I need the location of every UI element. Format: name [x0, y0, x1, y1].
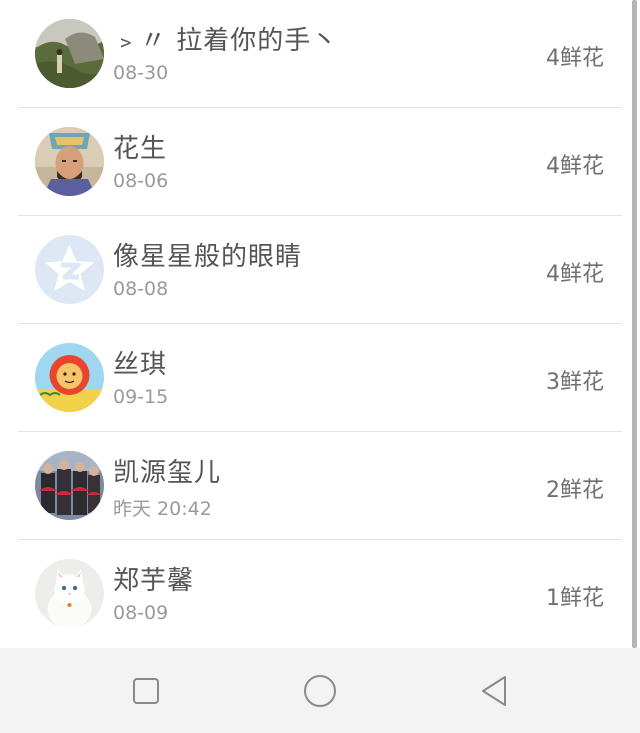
- navigation-bar: [0, 648, 640, 733]
- gift-date: 09-15: [113, 386, 169, 408]
- gift-date: 08-08: [113, 278, 169, 300]
- contact-name: 丝琪: [113, 350, 168, 380]
- contact-name: 像星星般的眼睛: [113, 242, 303, 272]
- list-item[interactable]: 郑芋馨 08-09 1鲜花: [0, 540, 632, 648]
- flower-count: 4鲜花: [546, 262, 604, 287]
- scrollbar[interactable]: [632, 0, 637, 648]
- contact-name: 郑芋馨: [113, 566, 195, 596]
- flower-count: 2鲜花: [546, 478, 604, 503]
- flower-count: 3鲜花: [546, 370, 604, 395]
- list-item[interactable]: ﹥〃 拉着你的手丶 08-30 4鲜花: [0, 0, 632, 108]
- flower-count: 4鲜花: [546, 46, 604, 71]
- home-icon[interactable]: [299, 670, 341, 712]
- list-item[interactable]: 花生 08-06 4鲜花: [0, 108, 632, 216]
- flower-count: 1鲜花: [546, 586, 604, 611]
- back-icon[interactable]: [474, 670, 516, 712]
- flower-gift-list: ﹥〃 拉着你的手丶 08-30 4鲜花 花生 08-06 4鲜花 像星星般的眼睛…: [0, 0, 640, 648]
- warrior-avatar[interactable]: [35, 127, 104, 196]
- cartoon-lion-avatar[interactable]: [35, 343, 104, 412]
- list-item[interactable]: 像星星般的眼睛 08-08 4鲜花: [0, 216, 632, 324]
- gift-date: 08-06: [113, 170, 169, 192]
- list-item[interactable]: 丝琪 09-15 3鲜花: [0, 324, 632, 432]
- list-item[interactable]: 凯源玺儿 昨天 20:42 2鲜花: [0, 432, 632, 540]
- gift-date: 昨天 20:42: [113, 498, 212, 520]
- gift-date: 08-09: [113, 602, 169, 624]
- qzone-star-avatar[interactable]: [35, 235, 104, 304]
- flower-count: 4鲜花: [546, 154, 604, 179]
- group-photo-avatar[interactable]: [35, 451, 104, 520]
- contact-name: 花生: [113, 134, 168, 164]
- landscape-avatar[interactable]: [35, 19, 104, 88]
- recent-apps-icon[interactable]: [125, 670, 167, 712]
- white-cat-avatar[interactable]: [35, 559, 104, 628]
- contact-name: ﹥〃 拉着你的手丶: [113, 26, 339, 56]
- gift-date: 08-30: [113, 62, 169, 84]
- contact-name: 凯源玺儿: [113, 458, 222, 488]
